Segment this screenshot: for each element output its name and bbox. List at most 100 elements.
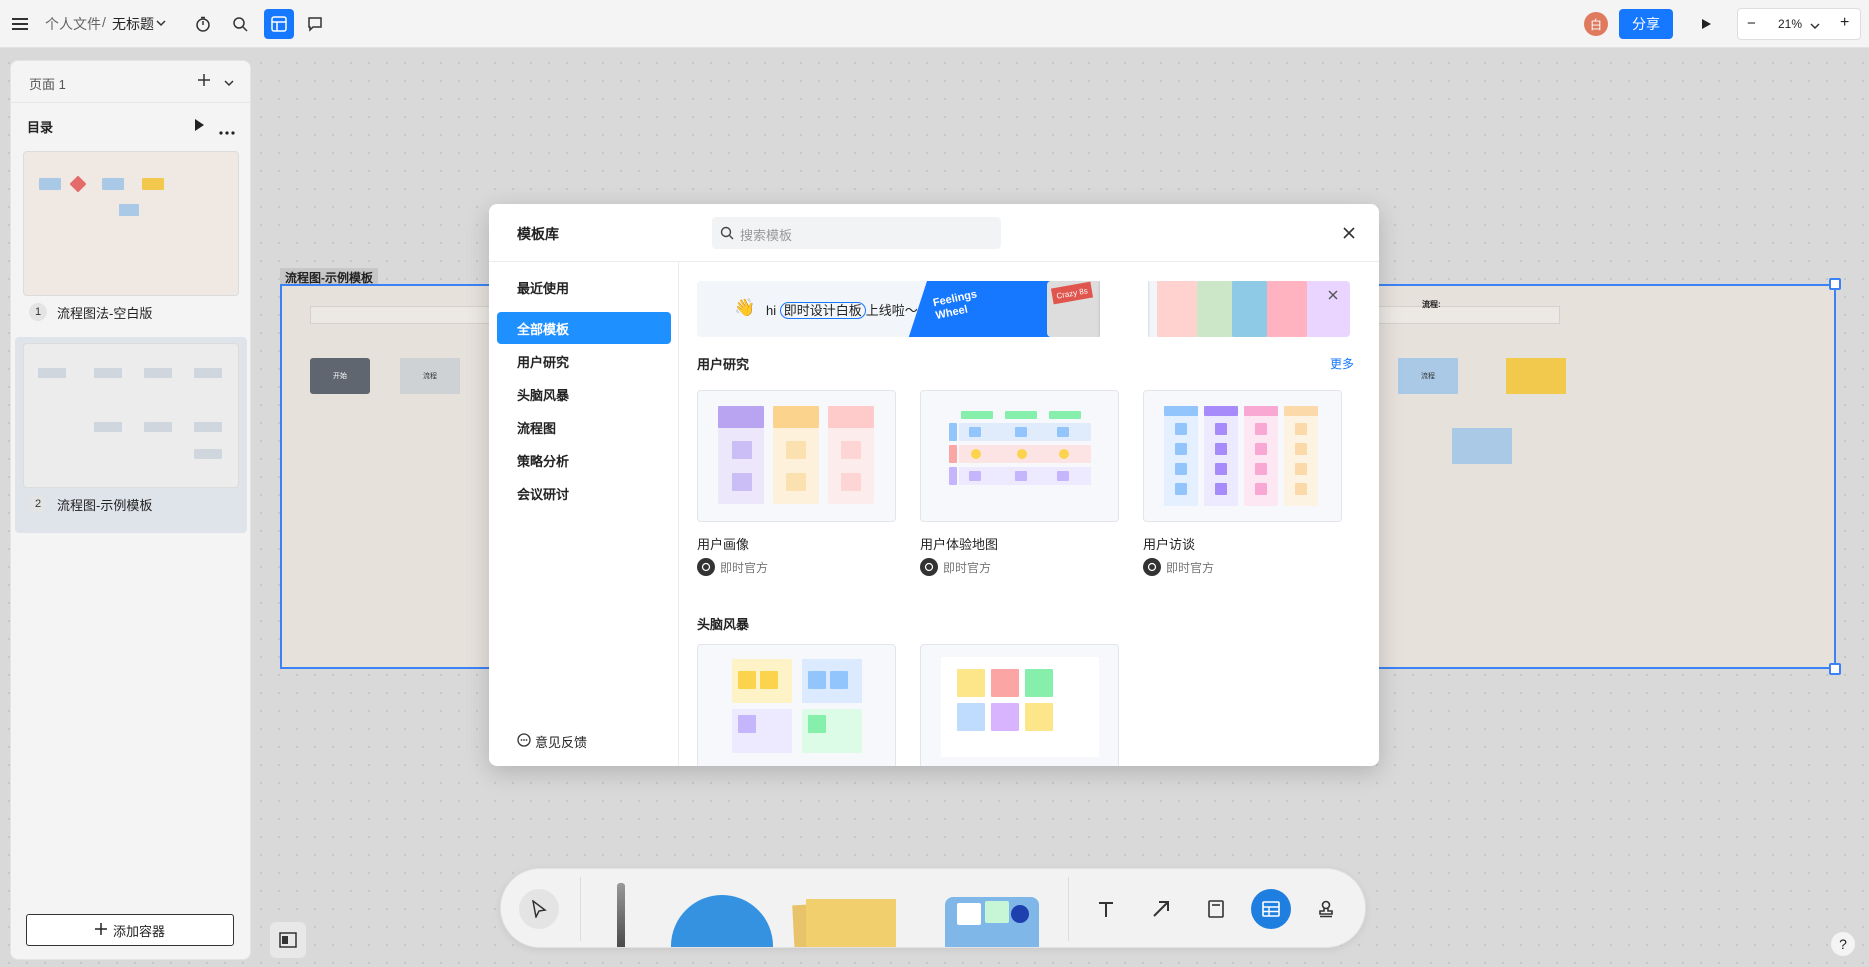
nav-recent[interactable]: 最近使用 bbox=[497, 271, 671, 303]
modal-sidebar: 最近使用 全部模板 用户研究 头脑风暴 流程图 策略分析 会议研讨 意见反馈 bbox=[489, 262, 679, 766]
more-icon[interactable] bbox=[219, 122, 235, 138]
template-library-icon[interactable] bbox=[264, 9, 294, 39]
text-tool-icon[interactable] bbox=[1086, 889, 1126, 929]
template-card-brainstorm-2[interactable] bbox=[920, 644, 1119, 766]
top-bar: 个人文件 / 无标题 白 分享 − 21% + bbox=[0, 0, 1869, 48]
shape-tool-icon[interactable] bbox=[671, 895, 773, 947]
menu-icon[interactable] bbox=[8, 12, 32, 36]
modal-title: 模板库 bbox=[517, 226, 559, 242]
page-thumbnail-1[interactable]: 1 流程图法-空白版 bbox=[23, 151, 239, 321]
nav-user-research[interactable]: 用户研究 bbox=[497, 345, 671, 377]
template-card-user-persona[interactable] bbox=[697, 390, 896, 522]
search-input[interactable]: 搜索模板 bbox=[740, 225, 792, 244]
share-button[interactable]: 分享 bbox=[1619, 9, 1673, 39]
nav-strategy[interactable]: 策略分析 bbox=[497, 444, 671, 476]
banner-text: hi 即时设计白板 上线啦～ bbox=[766, 302, 918, 319]
wave-icon: 👋 bbox=[734, 298, 756, 317]
banner-art-white bbox=[1100, 281, 1148, 337]
nav-brainstorm[interactable]: 头脑风暴 bbox=[497, 378, 671, 410]
search-box[interactable]: 搜索模板 bbox=[712, 217, 1001, 249]
flow-node-step-2[interactable]: 流程 bbox=[1398, 358, 1458, 394]
resize-handle[interactable] bbox=[1829, 663, 1841, 675]
official-logo-icon bbox=[697, 558, 715, 576]
breadcrumb-folder[interactable]: 个人文件 bbox=[45, 14, 101, 34]
page-number: 1 bbox=[29, 303, 47, 321]
nav-meeting[interactable]: 会议研讨 bbox=[497, 477, 671, 509]
help-icon[interactable]: ? bbox=[1831, 932, 1855, 956]
page-preview bbox=[23, 343, 239, 488]
table-tool-icon[interactable] bbox=[1251, 889, 1291, 929]
card-author: 即时官方 bbox=[697, 558, 768, 576]
card-title[interactable]: 用户画像 bbox=[697, 534, 749, 553]
flow-node-start[interactable]: 开始 bbox=[310, 358, 370, 394]
frame-header-text: 流程: bbox=[1422, 300, 1441, 309]
pen-tool-icon[interactable] bbox=[617, 883, 625, 947]
stamp-tool-icon[interactable] bbox=[1306, 889, 1346, 929]
page-title: 流程图-示例模板 bbox=[57, 498, 153, 513]
zoom-in-button[interactable]: + bbox=[1840, 14, 1849, 32]
resize-handle[interactable] bbox=[1829, 278, 1841, 290]
card-title[interactable]: 用户访谈 bbox=[1143, 534, 1195, 553]
flow-node-end[interactable] bbox=[1506, 358, 1566, 394]
zoom-level[interactable]: 21% bbox=[1778, 17, 1802, 31]
template-card-brainstorm-1[interactable] bbox=[697, 644, 896, 766]
breadcrumb-separator: / bbox=[102, 14, 106, 30]
chevron-down-icon[interactable] bbox=[1810, 18, 1820, 34]
card-title[interactable]: 用户体验地图 bbox=[920, 534, 998, 553]
official-logo-icon bbox=[1143, 558, 1161, 576]
promo-banner[interactable]: 👋 hi 即时设计白板 上线啦～ Feelings Wheel Crazy 8s bbox=[697, 281, 1350, 337]
search-icon[interactable] bbox=[228, 12, 252, 36]
page-name[interactable]: 页面 1 bbox=[29, 74, 66, 93]
nav-all-templates[interactable]: 全部模板 bbox=[497, 312, 671, 344]
chevron-down-icon[interactable] bbox=[156, 15, 166, 31]
toolbar-divider bbox=[580, 877, 581, 941]
section-title-user-research: 用户研究 bbox=[697, 357, 750, 372]
official-logo-icon bbox=[920, 558, 938, 576]
search-icon bbox=[720, 226, 734, 243]
page-selector[interactable]: 页面 1 bbox=[11, 61, 250, 103]
section-title-brainstorm: 头脑风暴 bbox=[697, 617, 750, 632]
page-title: 流程图法-空白版 bbox=[57, 306, 153, 321]
timer-icon[interactable] bbox=[191, 12, 215, 36]
select-cursor-icon[interactable] bbox=[519, 889, 559, 929]
template-card-user-interview[interactable] bbox=[1143, 390, 1342, 522]
comment-icon[interactable] bbox=[303, 12, 327, 36]
add-page-icon[interactable] bbox=[198, 73, 210, 89]
more-link[interactable]: 更多 bbox=[1330, 355, 1354, 372]
modal-header: 模板库 搜索模板 bbox=[489, 204, 1379, 262]
plus-icon bbox=[94, 922, 107, 938]
feedback-button[interactable]: 意见反馈 bbox=[517, 732, 587, 751]
document-title[interactable]: 无标题 bbox=[112, 14, 154, 34]
toolbar-divider bbox=[1068, 877, 1069, 941]
page-number: 2 bbox=[29, 495, 47, 513]
feedback-label: 意见反馈 bbox=[535, 735, 588, 750]
sticky-note-tool-icon[interactable] bbox=[806, 899, 896, 947]
asset-pack-tool-icon[interactable] bbox=[945, 897, 1039, 947]
feedback-icon bbox=[517, 733, 531, 750]
frame-tool-icon[interactable] bbox=[1196, 889, 1236, 929]
nav-flowchart[interactable]: 流程图 bbox=[497, 411, 671, 443]
banner-close-icon[interactable] bbox=[1328, 287, 1338, 303]
close-icon[interactable] bbox=[1343, 226, 1355, 242]
arrow-tool-icon[interactable] bbox=[1141, 889, 1181, 929]
add-container-label: 添加容器 bbox=[112, 923, 165, 939]
chevron-down-icon[interactable] bbox=[224, 75, 234, 91]
zoom-control: − 21% + bbox=[1737, 8, 1861, 40]
modal-content: 👋 hi 即时设计白板 上线啦～ Feelings Wheel Crazy 8s … bbox=[680, 262, 1379, 766]
card-author: 即时官方 bbox=[920, 558, 991, 576]
present-play-icon[interactable] bbox=[1694, 12, 1718, 36]
toc-label: 目录 bbox=[27, 120, 54, 135]
play-icon[interactable] bbox=[194, 118, 205, 134]
page-preview bbox=[23, 151, 239, 296]
card-author: 即时官方 bbox=[1143, 558, 1214, 576]
minimap-toggle-icon[interactable] bbox=[270, 922, 306, 958]
bottom-toolbar bbox=[500, 868, 1366, 948]
add-container-button[interactable]: 添加容器 bbox=[26, 914, 234, 946]
zoom-out-button[interactable]: − bbox=[1747, 15, 1756, 32]
avatar[interactable]: 白 bbox=[1584, 12, 1608, 36]
flow-node-bottom[interactable] bbox=[1452, 428, 1512, 464]
page-thumbnail-2[interactable]: 2 流程图-示例模板 bbox=[23, 343, 239, 513]
template-card-journey-map[interactable] bbox=[920, 390, 1119, 522]
flow-node-step[interactable]: 流程 bbox=[400, 358, 460, 394]
left-panel: 页面 1 目录 1 流程图法-空白版 2 流程图-示例模板 添加容器 bbox=[10, 60, 251, 960]
